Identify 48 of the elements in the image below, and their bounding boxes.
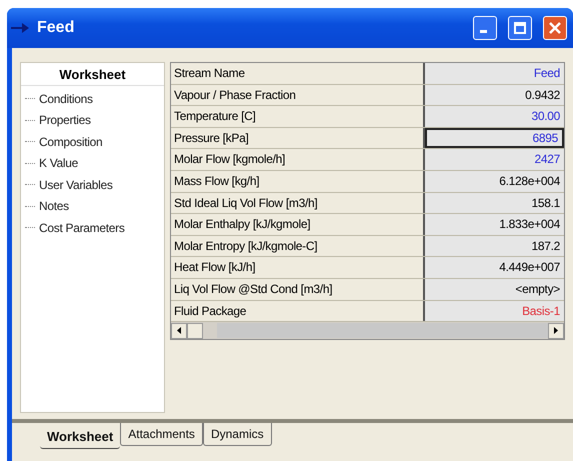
value-cell[interactable]: 4.449e+007 [425, 257, 564, 278]
value-cell[interactable]: 187.2 [425, 236, 564, 256]
close-icon [549, 22, 561, 34]
value-cell[interactable]: 6895 [425, 128, 564, 148]
property-label: Molar Enthalpy [kJ/kgmole] [171, 214, 425, 235]
close-button[interactable] [543, 16, 567, 40]
maximize-button[interactable] [508, 16, 532, 40]
nav-item[interactable]: Composition [39, 134, 102, 149]
tab[interactable]: Dynamics [202, 423, 272, 446]
value-cell[interactable]: 1.833e+004 [425, 214, 564, 235]
value-cell[interactable]: Basis-1 [425, 300, 564, 322]
scroll-left-button[interactable] [171, 322, 187, 339]
nav-item[interactable]: Properties [39, 113, 91, 128]
property-label: Stream Name [171, 63, 425, 84]
maximize-icon [514, 22, 526, 34]
minimize-icon [480, 30, 486, 33]
nav-item[interactable]: Cost Parameters [39, 220, 125, 235]
property-label: Pressure [kPa] [171, 128, 425, 148]
tab[interactable]: Attachments [120, 423, 203, 446]
left-arrow-icon [177, 327, 181, 334]
property-label: Liq Vol Flow @Std Cond [m3/h] [171, 278, 425, 300]
scroll-thumb[interactable] [187, 322, 203, 339]
value-cell[interactable]: Feed [425, 63, 564, 84]
value-cell[interactable]: <empty> [425, 278, 564, 300]
property-label: Std Ideal Liq Vol Flow [m3/h] [171, 192, 425, 214]
value-cell[interactable]: 158.1 [425, 192, 564, 214]
nav-item[interactable]: Conditions [39, 92, 93, 106]
window-title: Feed [37, 19, 76, 37]
property-label: Temperature [C] [171, 106, 425, 127]
value-cell[interactable]: 30.00 [425, 106, 564, 127]
property-label: Vapour / Phase Fraction [171, 84, 425, 106]
right-arrow-icon [554, 327, 558, 334]
property-label: Molar Flow [kgmole/h] [171, 149, 425, 170]
nav-item[interactable]: Notes [39, 199, 69, 214]
property-label: Fluid Package [171, 300, 425, 322]
value-cell[interactable]: 0.9432 [425, 84, 564, 106]
minimize-button[interactable] [473, 16, 497, 40]
property-label: Heat Flow [kJ/h] [171, 257, 425, 278]
value-cell[interactable]: 2427 [425, 149, 564, 170]
scroll-right-button[interactable] [548, 322, 564, 339]
arrow-icon [11, 23, 29, 33]
nav-item[interactable]: User Variables [39, 178, 113, 192]
property-label: Molar Entropy [kJ/kgmole-C] [171, 236, 425, 256]
value-cell[interactable]: 6.128e+004 [425, 170, 564, 192]
scrollbar[interactable] [171, 322, 564, 340]
panel-heading: Worksheet [58, 67, 127, 82]
nav-item[interactable]: K Value [39, 156, 78, 170]
property-label: Mass Flow [kg/h] [171, 170, 425, 192]
